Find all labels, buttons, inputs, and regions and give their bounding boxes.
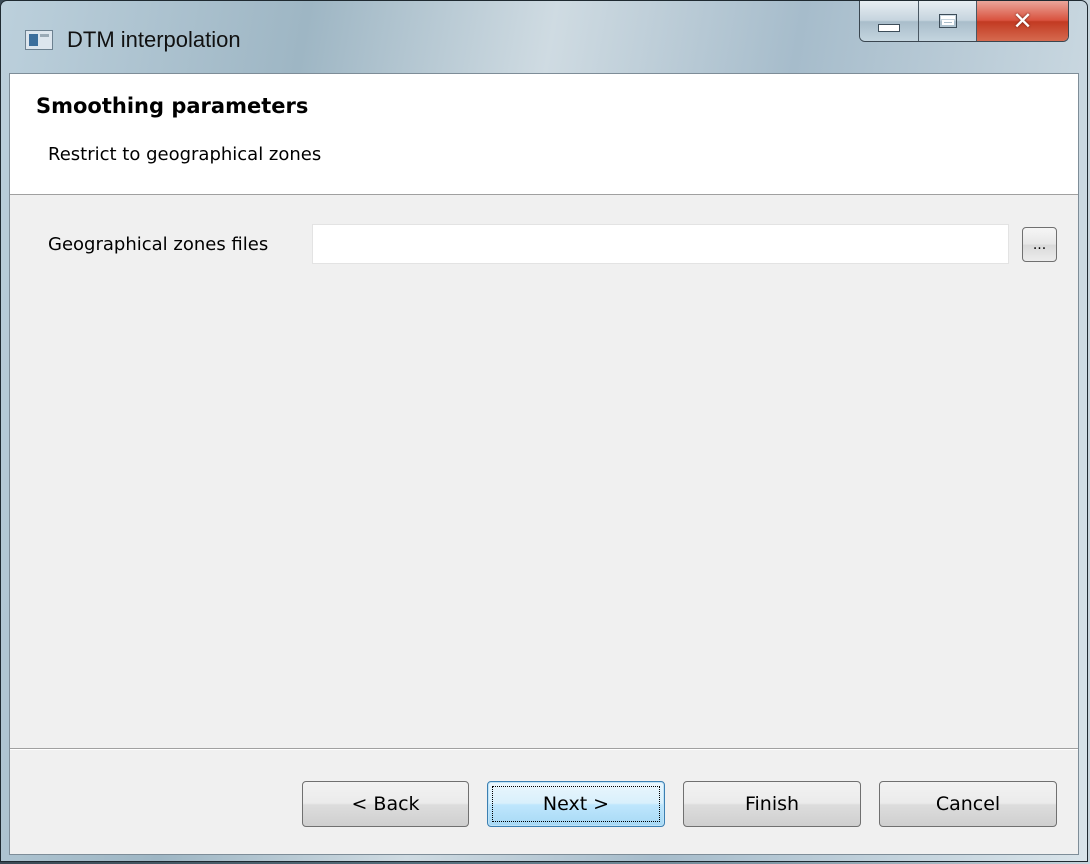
minimize-button[interactable] bbox=[860, 1, 918, 41]
finish-button[interactable]: Finish bbox=[683, 781, 861, 827]
wizard-client-area: Smoothing parameters Restrict to geograp… bbox=[9, 73, 1079, 855]
window-title: DTM interpolation bbox=[67, 27, 241, 52]
caption-buttons: ✕ bbox=[859, 1, 1069, 42]
browse-button[interactable]: ... bbox=[1022, 227, 1057, 262]
next-button[interactable]: Next > bbox=[487, 781, 665, 827]
footer-separator bbox=[10, 748, 1078, 750]
title-bar[interactable]: DTM interpolation ✕ bbox=[1, 1, 1087, 73]
minimize-icon bbox=[878, 24, 900, 32]
maximize-button[interactable] bbox=[918, 1, 976, 41]
back-button[interactable]: < Back bbox=[302, 781, 469, 827]
wizard-window: DTM interpolation ✕ Smoothing parameters… bbox=[0, 0, 1088, 862]
wizard-header: Smoothing parameters Restrict to geograp… bbox=[10, 74, 1078, 195]
zones-files-label: Geographical zones files bbox=[48, 234, 269, 255]
maximize-icon bbox=[938, 14, 957, 28]
zones-files-input[interactable] bbox=[312, 224, 1009, 264]
close-button[interactable]: ✕ bbox=[976, 1, 1068, 41]
app-icon[interactable] bbox=[25, 30, 53, 50]
close-icon: ✕ bbox=[1012, 7, 1033, 35]
cancel-button[interactable]: Cancel bbox=[879, 781, 1057, 827]
page-subtitle: Restrict to geographical zones bbox=[48, 144, 322, 165]
page-title: Smoothing parameters bbox=[36, 94, 309, 118]
